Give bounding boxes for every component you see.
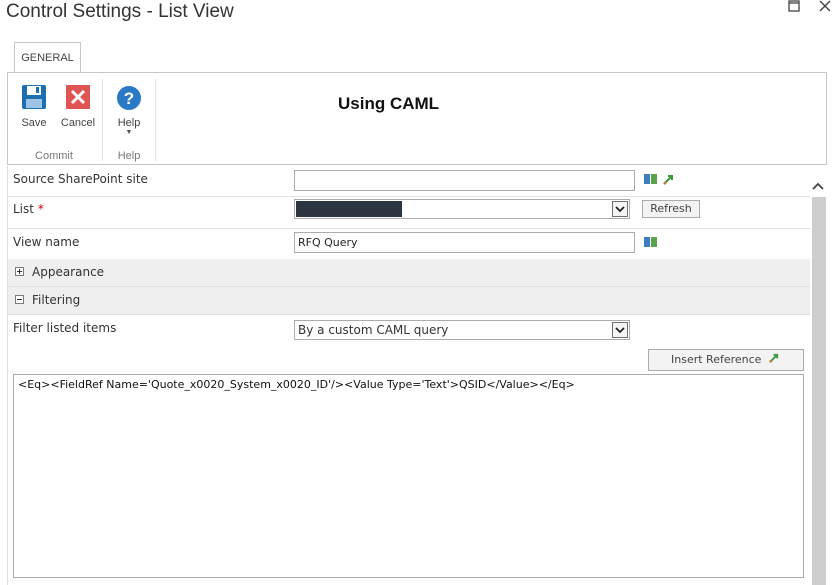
source-site-input[interactable] bbox=[294, 170, 635, 191]
section-appearance-label: Appearance bbox=[32, 265, 105, 279]
list-label: List * bbox=[13, 202, 44, 216]
row-divider bbox=[7, 228, 810, 229]
scroll-up-arrow-icon[interactable] bbox=[811, 176, 825, 196]
insert-reference-button[interactable]: Insert Reference bbox=[648, 349, 804, 371]
cancel-button[interactable]: Cancel bbox=[59, 84, 97, 129]
view-name-label: View name bbox=[13, 235, 80, 249]
list-selected-value-redacted bbox=[296, 201, 402, 217]
help-label: Help bbox=[117, 117, 141, 129]
svg-text:?: ? bbox=[124, 89, 134, 108]
cancel-label: Cancel bbox=[60, 117, 96, 129]
section-filtering[interactable]: Filtering bbox=[8, 287, 810, 314]
save-icon bbox=[22, 85, 46, 109]
ribbon-separator bbox=[155, 79, 156, 161]
ribbon-caption: Using CAML bbox=[338, 94, 440, 113]
group-label-help: Help bbox=[117, 150, 141, 162]
insert-reference-icon[interactable] bbox=[662, 174, 676, 186]
save-label: Save bbox=[21, 117, 47, 129]
browse-book-icon[interactable] bbox=[643, 173, 658, 185]
refresh-button[interactable]: Refresh bbox=[642, 200, 700, 218]
expand-icon[interactable] bbox=[15, 267, 24, 276]
section-filtering-label: Filtering bbox=[32, 293, 81, 307]
list-select[interactable] bbox=[294, 199, 630, 219]
close-icon[interactable] bbox=[818, 0, 832, 14]
window-title: Control Settings - List View bbox=[6, 1, 234, 22]
caml-query-textarea[interactable]: <Eq><FieldRef Name='Quote_x0020_System_x… bbox=[13, 374, 804, 578]
help-icon: ? bbox=[117, 86, 141, 110]
collapse-icon[interactable] bbox=[15, 295, 24, 304]
filter-items-select[interactable]: By a custom CAML query bbox=[294, 320, 630, 340]
section-appearance[interactable]: Appearance bbox=[8, 259, 810, 286]
row-divider bbox=[7, 314, 810, 315]
required-marker: * bbox=[37, 202, 44, 216]
help-button[interactable]: ? Help ▼ bbox=[112, 85, 146, 136]
scrollbar-thumb[interactable] bbox=[812, 197, 826, 585]
group-label-commit: Commit bbox=[35, 150, 73, 162]
chevron-down-icon: ▼ bbox=[125, 129, 133, 136]
browse-book-icon[interactable] bbox=[643, 236, 658, 248]
filter-items-selected-value: By a custom CAML query bbox=[298, 323, 449, 337]
ribbon: Save Cancel Commit ? Help ▼ Help bbox=[7, 72, 827, 165]
chevron-down-icon[interactable] bbox=[612, 322, 628, 338]
view-name-input[interactable] bbox=[294, 232, 635, 253]
filter-items-label: Filter listed items bbox=[13, 321, 117, 335]
insert-reference-label: Insert Reference bbox=[671, 353, 762, 366]
chevron-down-icon[interactable] bbox=[612, 201, 628, 217]
insert-reference-icon bbox=[769, 353, 779, 363]
cancel-icon bbox=[66, 85, 90, 109]
list-label-text: List bbox=[13, 202, 34, 216]
ribbon-separator bbox=[102, 79, 103, 161]
maximize-icon[interactable] bbox=[787, 0, 801, 14]
save-button[interactable]: Save bbox=[17, 84, 51, 129]
source-site-label: Source SharePoint site bbox=[13, 172, 148, 186]
row-divider bbox=[7, 196, 810, 197]
tab-general[interactable]: GENERAL bbox=[14, 42, 81, 73]
